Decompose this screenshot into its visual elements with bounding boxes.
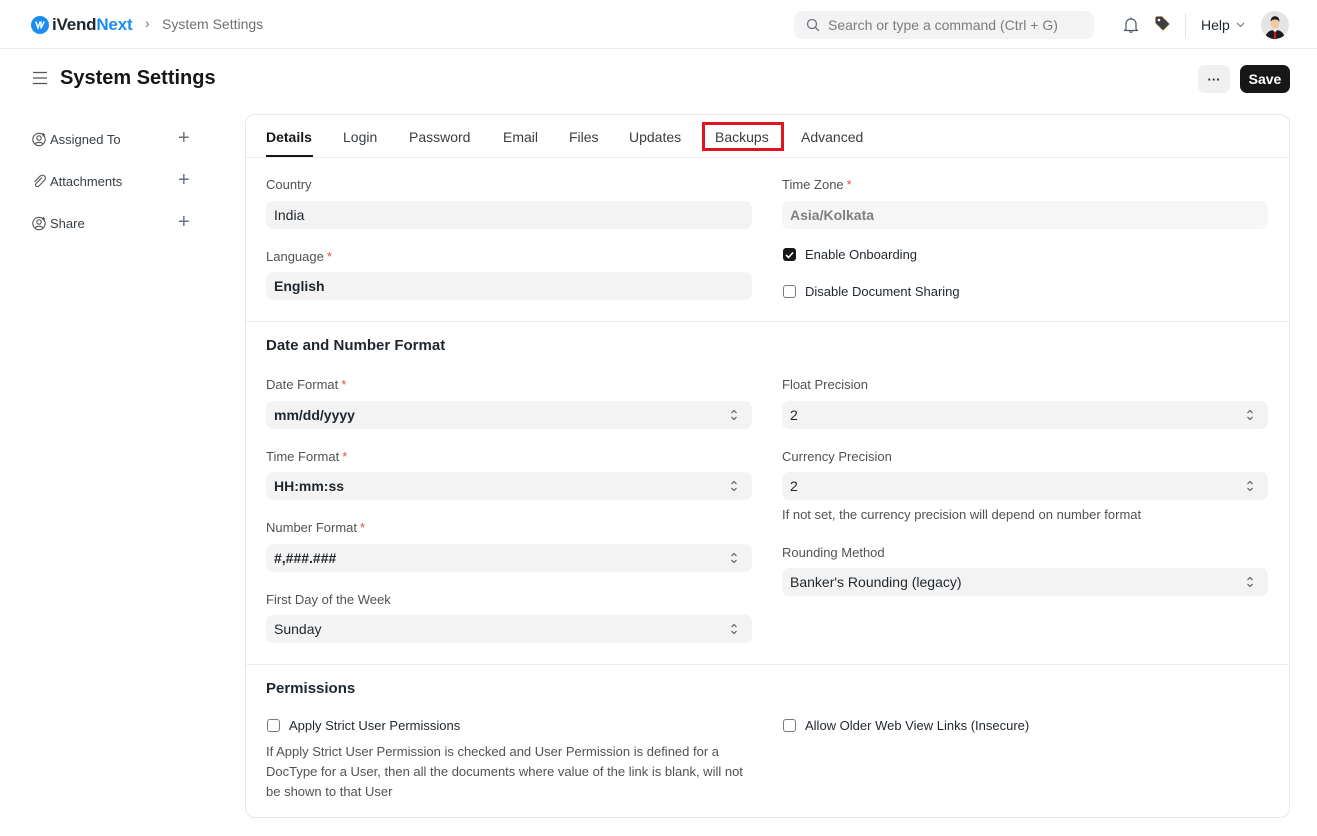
select-chevron-updown-icon (731, 409, 737, 421)
disable-document-sharing-checkbox-row[interactable]: Disable Document Sharing (783, 284, 960, 299)
rounding-method-label: Rounding Method (782, 545, 885, 560)
strict-user-permissions-checkbox[interactable] (267, 719, 280, 732)
brand-name: iVendNext (52, 15, 133, 34)
chevron-down-icon (1236, 20, 1245, 31)
settings-form-card: Details Login Password Email Files Updat… (245, 114, 1290, 818)
add-attachment-plus-icon[interactable]: + (178, 170, 190, 190)
search-input[interactable] (828, 17, 1078, 33)
date-format-select[interactable]: mm/dd/yyyy (266, 401, 752, 429)
select-chevron-updown-icon (1247, 409, 1253, 421)
date-number-format-heading: Date and Number Format (266, 337, 446, 354)
time-format-select[interactable]: HH:mm:ss (266, 472, 752, 500)
select-chevron-updown-icon (1247, 576, 1253, 588)
time-zone-field: Asia/Kolkata (782, 201, 1268, 229)
user-avatar[interactable] (1261, 11, 1289, 39)
first-day-of-week-label: First Day of the Week (266, 592, 391, 607)
tab-advanced[interactable]: Advanced (801, 129, 863, 145)
section-divider (246, 321, 1289, 322)
notifications-bell-icon[interactable] (1123, 16, 1139, 37)
first-day-of-week-select[interactable]: Sunday (266, 615, 752, 643)
date-format-label: Date Format * (266, 377, 347, 392)
disable-document-sharing-label: Disable Document Sharing (805, 284, 960, 299)
select-chevron-updown-icon (731, 552, 737, 564)
language-label: Language * (266, 249, 332, 264)
help-dropdown[interactable]: Help (1201, 17, 1245, 33)
breadcrumb-chevron-icon: › (145, 15, 150, 31)
tab-updates[interactable]: Updates (629, 129, 681, 145)
tab-bar: Details Login Password Email Files Updat… (246, 115, 1289, 158)
language-field[interactable]: English (266, 272, 752, 300)
ivend-logo-icon (31, 16, 49, 34)
paperclip-icon (31, 173, 47, 189)
add-assignee-plus-icon[interactable]: + (178, 128, 190, 148)
older-web-view-links-checkbox-row[interactable]: Allow Older Web View Links (Insecure) (783, 718, 1029, 733)
tab-files[interactable]: Files (569, 129, 599, 145)
currency-precision-label: Currency Precision (782, 449, 892, 464)
currency-precision-select[interactable]: 2 (782, 472, 1268, 500)
tag-icon[interactable] (1154, 15, 1171, 35)
tab-email[interactable]: Email (503, 129, 538, 145)
enable-onboarding-checkbox[interactable] (783, 248, 796, 261)
navbar: iVendNext › System Settings Help (0, 0, 1317, 49)
sidebar-item-assigned-to[interactable]: Assigned To + (31, 128, 201, 149)
tab-details[interactable]: Details (266, 129, 312, 145)
sidebar-item-attachments[interactable]: Attachments + (31, 170, 201, 191)
strict-user-permissions-checkbox-row[interactable]: Apply Strict User Permissions (267, 718, 460, 733)
sidebar-toggle-hamburger-icon[interactable] (32, 71, 48, 88)
country-label: Country (266, 177, 312, 192)
permissions-heading: Permissions (266, 680, 356, 697)
select-chevron-updown-icon (731, 480, 737, 492)
rounding-method-select[interactable]: Banker's Rounding (legacy) (782, 568, 1268, 596)
time-format-label: Time Format * (266, 449, 348, 464)
active-tab-indicator (266, 155, 313, 157)
sidebar-item-share[interactable]: Share + (31, 212, 201, 233)
strict-user-permissions-label: Apply Strict User Permissions (289, 718, 461, 733)
tab-login[interactable]: Login (343, 129, 377, 145)
number-format-label: Number Format * (266, 520, 366, 535)
strict-user-permissions-help: If Apply Strict User Permission is check… (266, 744, 743, 799)
select-chevron-updown-icon (731, 623, 737, 635)
user-add-icon (31, 131, 47, 147)
add-share-plus-icon[interactable]: + (178, 212, 190, 232)
help-label: Help (1201, 17, 1230, 33)
save-button[interactable]: Save (1240, 65, 1290, 93)
disable-document-sharing-checkbox[interactable] (783, 285, 796, 298)
enable-onboarding-checkbox-row[interactable]: Enable Onboarding (783, 247, 917, 262)
float-precision-label: Float Precision (782, 377, 868, 392)
country-field[interactable]: India (266, 201, 752, 229)
sidebar-item-label: Assigned To (50, 131, 121, 147)
user-add-icon (31, 215, 47, 231)
time-zone-label: Time Zone * (782, 177, 852, 192)
section-divider (246, 664, 1289, 665)
older-web-view-links-checkbox[interactable] (783, 719, 796, 732)
checkmark-icon (785, 251, 794, 259)
currency-precision-help: If not set, the currency precision will … (782, 507, 1142, 522)
more-actions-button[interactable]: ··· (1198, 65, 1230, 93)
page-title: System Settings (60, 67, 216, 89)
select-chevron-updown-icon (1247, 480, 1253, 492)
tab-password[interactable]: Password (409, 129, 470, 145)
search-bar[interactable] (794, 11, 1094, 39)
navbar-divider (1185, 13, 1186, 37)
backups-tab-highlight-box (702, 122, 784, 151)
enable-onboarding-label: Enable Onboarding (805, 247, 918, 262)
float-precision-select[interactable]: 2 (782, 401, 1268, 429)
breadcrumb-system-settings[interactable]: System Settings (162, 16, 263, 32)
older-web-view-links-label: Allow Older Web View Links (Insecure) (805, 718, 1030, 733)
sidebar-item-label: Share (50, 215, 85, 231)
number-format-select[interactable]: #,###.### (266, 544, 752, 572)
search-icon (806, 18, 820, 32)
brand-logo[interactable]: iVendNext (31, 15, 133, 35)
sidebar-item-label: Attachments (50, 173, 123, 189)
